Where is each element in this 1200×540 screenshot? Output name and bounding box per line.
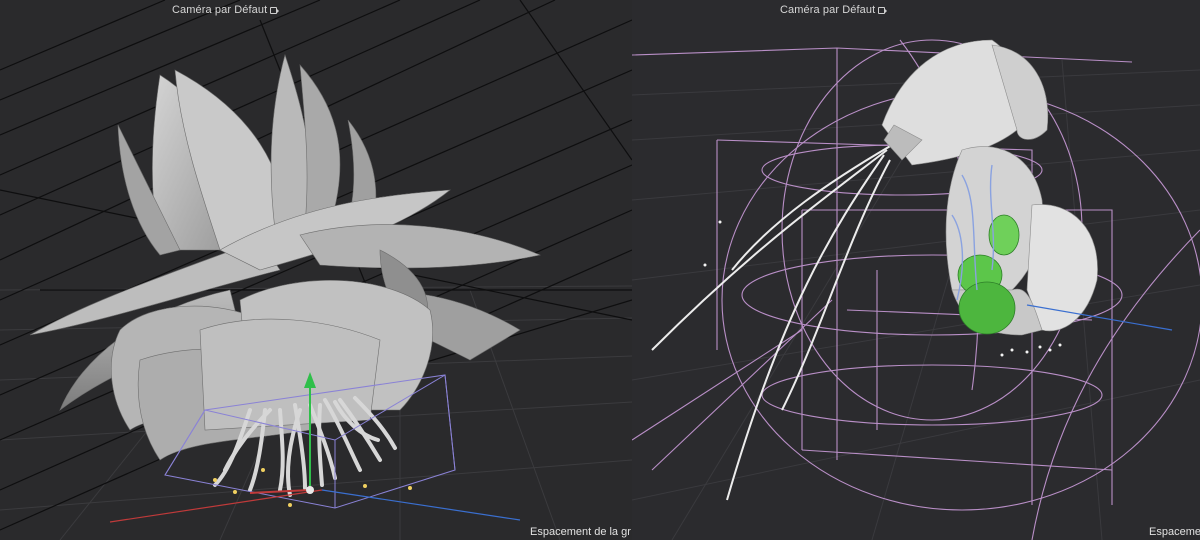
viewport-right-scene[interactable]: [632, 0, 1200, 540]
grid-spacing-label: Espacement de la gr: [530, 526, 631, 538]
viewport-left[interactable]: Caméra par Défaut Espacement de la gr: [0, 0, 632, 540]
camera-icon[interactable]: [270, 6, 280, 14]
camera-label[interactable]: Caméra par Défaut: [780, 4, 875, 16]
lotus-flower-model: [29, 53, 541, 461]
viewport-right[interactable]: Caméra par Défaut Espaceme: [632, 0, 1200, 540]
viewport-camera-title[interactable]: Caméra par Défaut: [780, 4, 888, 16]
grid-spacing-label: Espaceme: [1149, 526, 1200, 538]
3d-editor-viewports: Caméra par Défaut Espacement de la gr Ca…: [0, 0, 1200, 540]
antenna-strands: [651, 144, 893, 501]
camera-label[interactable]: Caméra par Défaut: [172, 4, 267, 16]
black-wireframe: [0, 0, 632, 531]
viewport-left-scene[interactable]: [0, 0, 632, 540]
viewport-camera-title[interactable]: Caméra par Défaut: [172, 4, 280, 16]
camera-icon[interactable]: [878, 6, 888, 14]
